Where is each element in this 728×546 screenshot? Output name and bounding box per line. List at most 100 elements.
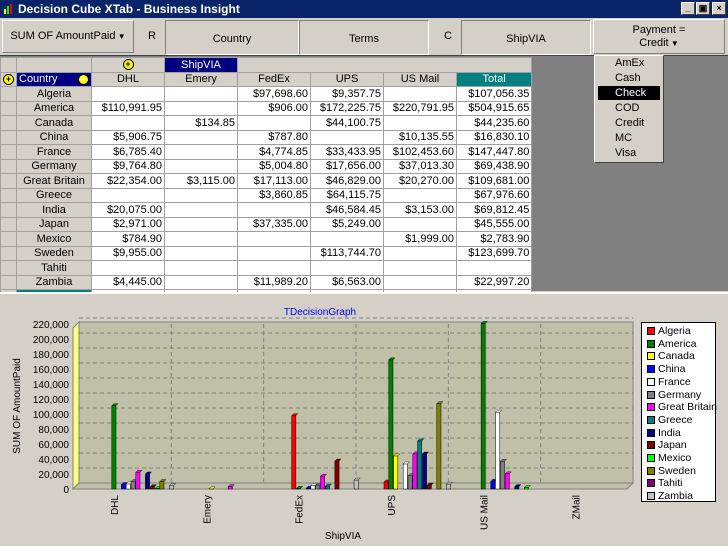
row-header[interactable]: China [16, 129, 92, 145]
row-header[interactable]: France [16, 144, 92, 160]
table-cell[interactable]: $2,783.90 [455, 231, 533, 247]
table-cell[interactable]: $3,115.00 [164, 173, 238, 189]
table-cell[interactable] [383, 115, 457, 131]
col-header-total[interactable]: Total [455, 71, 533, 87]
row-indicator[interactable] [0, 231, 17, 247]
table-cell[interactable] [383, 260, 457, 276]
table-cell[interactable]: $69,438.90 [455, 158, 533, 174]
row-header[interactable]: Canada [16, 115, 92, 131]
table-cell[interactable]: $147,447.80 [455, 144, 533, 160]
table-cell[interactable]: $5,004.80 [237, 158, 311, 174]
table-cell[interactable] [164, 158, 238, 174]
table-cell[interactable] [237, 115, 311, 131]
table-cell[interactable] [237, 245, 311, 261]
row-dim-expander[interactable]: + [0, 71, 17, 87]
col-header-usmail[interactable]: US Mail [383, 71, 457, 87]
row-header[interactable]: Great Britain [16, 173, 92, 189]
table-cell[interactable]: $906.00 [237, 100, 311, 116]
table-cell[interactable] [91, 86, 165, 102]
payment-option[interactable]: Cash [615, 72, 641, 84]
row-header[interactable]: India [16, 202, 92, 218]
col-header-ups[interactable]: UPS [310, 71, 384, 87]
table-cell[interactable]: $17,656.00 [310, 158, 384, 174]
payment-filter-button[interactable]: Payment = Credit ▼ [593, 19, 725, 54]
table-cell[interactable]: $172,225.75 [310, 100, 384, 116]
table-cell[interactable] [164, 187, 238, 203]
table-cell[interactable]: $20,270.00 [383, 173, 457, 189]
table-cell[interactable]: $6,563.00 [310, 274, 384, 290]
table-cell[interactable] [164, 245, 238, 261]
table-cell[interactable]: $220,791.95 [383, 100, 457, 116]
table-cell[interactable] [383, 86, 457, 102]
payment-option[interactable]: COD [615, 102, 639, 114]
row-header[interactable]: Sweden [16, 245, 92, 261]
table-cell[interactable]: $102,453.60 [383, 144, 457, 160]
table-cell[interactable] [164, 260, 238, 276]
row-header[interactable]: Mexico [16, 231, 92, 247]
row-indicator[interactable] [0, 274, 17, 290]
row-header[interactable]: Germany [16, 158, 92, 174]
table-cell[interactable]: $67,976.60 [455, 187, 533, 203]
row-indicator[interactable] [0, 245, 17, 261]
table-cell[interactable] [237, 202, 311, 218]
table-cell[interactable]: $4,774.85 [237, 144, 311, 160]
table-cell[interactable]: $6,785.40 [91, 144, 165, 160]
table-cell[interactable]: $9,955.00 [91, 245, 165, 261]
payment-option[interactable]: MC [615, 132, 632, 144]
row-indicator[interactable] [0, 115, 17, 131]
table-cell[interactable]: $69,812.45 [455, 202, 533, 218]
table-cell[interactable] [164, 100, 238, 116]
table-cell[interactable]: $10,135.55 [383, 129, 457, 145]
payment-dropdown-list[interactable]: AmEx Cash Check COD Credit MC Visa [594, 55, 664, 163]
table-cell[interactable] [310, 260, 384, 276]
expand-icon[interactable]: + [78, 73, 89, 85]
table-cell[interactable] [310, 231, 384, 247]
col-header-dhl[interactable]: DHL [91, 71, 165, 87]
table-cell[interactable] [164, 216, 238, 232]
col-dim-name[interactable]: ShipVIA [164, 57, 238, 73]
table-cell[interactable] [383, 274, 457, 290]
row-dim-header[interactable]: Country + [16, 71, 92, 87]
row-indicator[interactable] [0, 144, 17, 160]
payment-option[interactable]: Visa [615, 147, 636, 159]
table-cell[interactable]: $4,445.00 [91, 274, 165, 290]
table-cell[interactable]: $97,698.60 [237, 86, 311, 102]
table-cell[interactable]: $1,999.00 [383, 231, 457, 247]
table-cell[interactable]: $107,056.35 [455, 86, 533, 102]
row-header[interactable]: America [16, 100, 92, 116]
table-cell[interactable] [164, 274, 238, 290]
table-cell[interactable] [164, 202, 238, 218]
table-cell[interactable] [91, 187, 165, 203]
table-cell[interactable]: $37,335.00 [237, 216, 311, 232]
table-cell[interactable]: $504,915.65 [455, 100, 533, 116]
table-cell[interactable]: $22,354.00 [91, 173, 165, 189]
row-indicator[interactable] [0, 187, 17, 203]
payment-option-selected[interactable]: Check [615, 87, 646, 99]
row-header[interactable]: Zambia [16, 274, 92, 290]
shipvia-dimension-button[interactable]: ShipVIA [461, 20, 591, 55]
table-cell[interactable]: $33,433.95 [310, 144, 384, 160]
table-cell[interactable]: $46,829.00 [310, 173, 384, 189]
row-header[interactable]: Tahiti [16, 260, 92, 276]
table-cell[interactable] [310, 129, 384, 145]
table-cell[interactable] [383, 216, 457, 232]
row-indicator[interactable] [0, 158, 17, 174]
close-button[interactable]: × [712, 2, 726, 15]
row-indicator[interactable] [0, 216, 17, 232]
table-cell[interactable]: $16,830.10 [455, 129, 533, 145]
row-header[interactable]: Algeria [16, 86, 92, 102]
row-header[interactable]: Greece [16, 187, 92, 203]
col-dim-header[interactable]: + [91, 57, 165, 73]
minimize-button[interactable]: _ [681, 2, 695, 15]
table-cell[interactable]: $787.80 [237, 129, 311, 145]
table-cell[interactable]: $123,699.70 [455, 245, 533, 261]
table-cell[interactable]: $11,989.20 [237, 274, 311, 290]
table-cell[interactable] [455, 260, 533, 276]
table-cell[interactable] [91, 115, 165, 131]
table-cell[interactable] [164, 86, 238, 102]
table-cell[interactable]: $45,555.00 [455, 216, 533, 232]
table-cell[interactable]: $3,153.00 [383, 202, 457, 218]
table-cell[interactable]: $110,991.95 [91, 100, 165, 116]
table-cell[interactable]: $134.85 [164, 115, 238, 131]
table-cell[interactable]: $44,100.75 [310, 115, 384, 131]
